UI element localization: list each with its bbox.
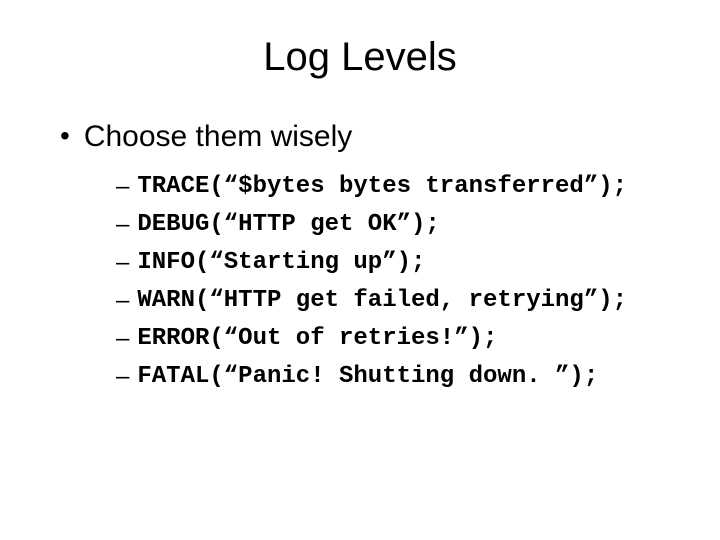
list-item: – TRACE(“$bytes bytes transferred”); <box>116 172 680 202</box>
code-line: ERROR(“Out of retries!”); <box>137 324 497 354</box>
code-line: WARN(“HTTP get failed, retrying”); <box>137 286 627 316</box>
dash-icon: – <box>116 324 129 354</box>
list-item: – ERROR(“Out of retries!”); <box>116 324 680 354</box>
code-line: DEBUG(“HTTP get OK”); <box>137 210 439 240</box>
dash-icon: – <box>116 210 129 240</box>
slide-container: Log Levels • Choose them wisely – TRACE(… <box>0 0 720 540</box>
dash-icon: – <box>116 362 129 392</box>
code-line: INFO(“Starting up”); <box>137 248 425 278</box>
list-item: – WARN(“HTTP get failed, retrying”); <box>116 286 680 316</box>
code-line: FATAL(“Panic! Shutting down. ”); <box>137 362 598 392</box>
main-bullet-text: Choose them wisely <box>84 120 352 154</box>
list-item: – FATAL(“Panic! Shutting down. ”); <box>116 362 680 392</box>
bullet-dot-icon: • <box>60 120 70 152</box>
slide-title: Log Levels <box>40 35 680 80</box>
dash-icon: – <box>116 248 129 278</box>
list-item: – DEBUG(“HTTP get OK”); <box>116 210 680 240</box>
main-bullet: • Choose them wisely <box>60 120 680 154</box>
dash-icon: – <box>116 172 129 202</box>
code-list: – TRACE(“$bytes bytes transferred”); – D… <box>116 172 680 392</box>
list-item: – INFO(“Starting up”); <box>116 248 680 278</box>
code-line: TRACE(“$bytes bytes transferred”); <box>137 172 627 202</box>
dash-icon: – <box>116 286 129 316</box>
